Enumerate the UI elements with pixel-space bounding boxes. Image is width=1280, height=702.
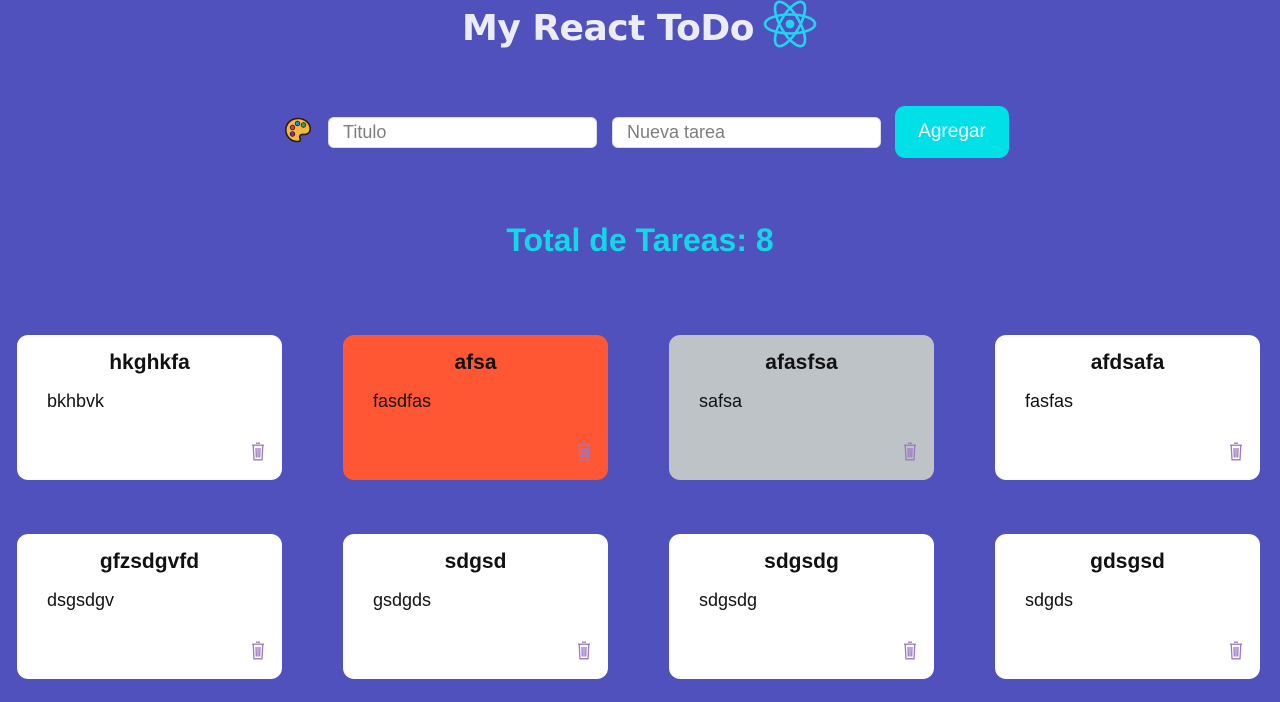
task-description: safsa (699, 391, 743, 411)
trash-icon[interactable] (577, 441, 591, 461)
trash-icon[interactable] (1229, 640, 1243, 660)
task-card: afsa fasdfas (343, 335, 608, 480)
react-atom-icon (763, 0, 817, 47)
trash-icon[interactable] (1229, 441, 1243, 461)
app-title: My React ToDo (462, 8, 754, 49)
task-card: afdsafa fasfas (995, 335, 1260, 480)
task-description: sdgsdg (699, 590, 758, 610)
task-title: afasfsa (765, 351, 838, 374)
app-header: My React ToDo (0, 0, 1280, 49)
task-description: gsdgds (373, 590, 432, 610)
task-description: dsgsdgv (47, 590, 115, 610)
task-card: hkghkfa bkhbvk (17, 335, 282, 480)
trash-icon[interactable] (903, 640, 917, 660)
title-input[interactable] (328, 117, 597, 148)
task-title: sdgsd (444, 550, 507, 573)
task-description: fasdfas (373, 391, 432, 411)
task-description: sdgds (1025, 590, 1074, 610)
add-task-button[interactable]: Agregar (895, 106, 1009, 158)
new-task-input[interactable] (612, 117, 881, 148)
task-title: hkghkfa (109, 351, 190, 374)
task-card: afasfsa safsa (669, 335, 934, 480)
task-title: afdsafa (1090, 351, 1165, 374)
trash-icon[interactable] (903, 441, 917, 461)
task-description: bkhbvk (47, 391, 105, 411)
task-form: Agregar (0, 106, 1280, 158)
task-title: afsa (454, 351, 497, 374)
trash-icon[interactable] (251, 441, 265, 461)
task-card: sdgsdg sdgsdg (669, 534, 934, 679)
total-tasks-heading: Total de Tareas: 8 (506, 222, 774, 258)
task-grid: hkghkfa bkhbvk afsa fasdfas afasfsa safs… (17, 335, 1260, 679)
task-card: gfzsdgvfd dsgsdgv (17, 534, 282, 679)
task-card: gdsgsd sdgds (995, 534, 1260, 679)
task-description: fasfas (1025, 391, 1074, 411)
task-title: gfzsdgvfd (99, 550, 200, 573)
trash-icon[interactable] (251, 640, 265, 660)
trash-icon[interactable] (577, 640, 591, 660)
task-card: sdgsd gsdgds (343, 534, 608, 679)
palette-icon[interactable] (284, 116, 312, 144)
task-title: gdsgsd (1090, 550, 1165, 573)
task-title: sdgsdg (764, 550, 839, 573)
